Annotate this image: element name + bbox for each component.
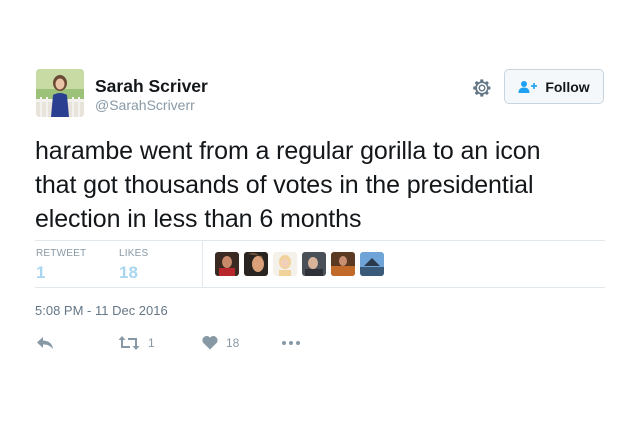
like-button[interactable]: 18 xyxy=(202,335,239,350)
user-name[interactable]: Sarah Scriver xyxy=(95,76,208,97)
like-action-count: 18 xyxy=(226,335,240,350)
user-handle[interactable]: @SarahScriverr xyxy=(95,97,195,113)
liker-avatar[interactable] xyxy=(360,252,384,276)
likes-stat[interactable]: LIKES 18 xyxy=(119,248,148,283)
divider xyxy=(35,240,605,241)
liker-avatar[interactable] xyxy=(331,252,355,276)
retweet-icon xyxy=(118,335,140,351)
retweet-stat[interactable]: RETWEET 1 xyxy=(36,248,86,283)
tweet-text: harambe went from a regular gorilla to a… xyxy=(35,134,605,236)
liker-avatar[interactable] xyxy=(215,252,239,276)
liker-avatar[interactable] xyxy=(244,252,268,276)
retweet-stat-label: RETWEET xyxy=(36,248,87,259)
avatar[interactable] xyxy=(36,69,84,117)
reply-button[interactable] xyxy=(36,335,54,351)
follow-button[interactable]: Follow xyxy=(504,69,604,104)
likes-stat-label: LIKES xyxy=(119,248,149,259)
tweet-timestamp[interactable]: 5:08 PM - 11 Dec 2016 xyxy=(35,303,168,318)
retweet-stat-count: 1 xyxy=(36,263,46,282)
more-icon xyxy=(281,335,301,351)
reply-icon xyxy=(36,335,54,351)
liker-avatar[interactable] xyxy=(302,252,326,276)
follow-button-label: Follow xyxy=(545,78,590,95)
tweet-text-line: election in less than 6 months xyxy=(35,205,362,233)
tweet-text-line: harambe went from a regular gorilla to a… xyxy=(35,137,541,165)
divider xyxy=(202,241,203,287)
liker-avatar[interactable] xyxy=(273,252,297,276)
likes-stat-count: 18 xyxy=(119,263,138,282)
divider xyxy=(35,287,605,288)
likers-avatars xyxy=(215,252,384,276)
follow-person-plus-icon xyxy=(518,80,538,94)
heart-icon xyxy=(202,335,218,350)
gear-icon[interactable] xyxy=(471,77,493,99)
retweet-action-count: 1 xyxy=(148,336,155,350)
retweet-button[interactable]: 1 xyxy=(118,335,155,351)
tweet-text-line: that got thousands of votes in the presi… xyxy=(35,171,534,199)
more-button[interactable] xyxy=(281,335,301,351)
